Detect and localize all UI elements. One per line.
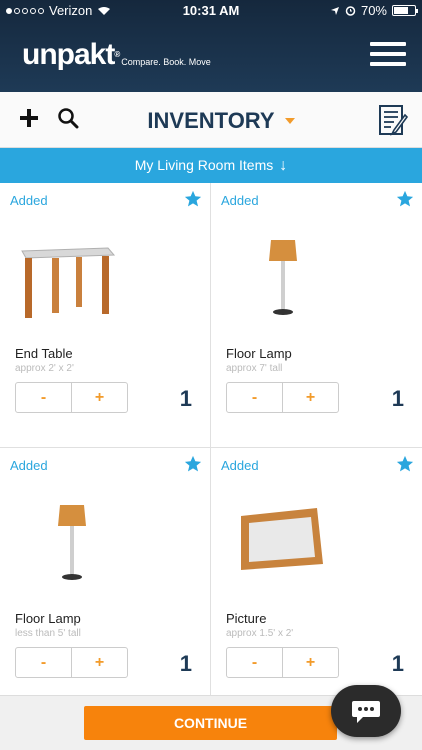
chat-bubble-icon[interactable]: [331, 685, 401, 737]
item-size: approx 2' x 2': [15, 363, 74, 374]
item-quantity: 1: [391, 386, 404, 411]
item-name: Floor Lamp: [226, 346, 292, 361]
notepad-edit-icon[interactable]: [378, 103, 408, 137]
battery-percent: 70%: [360, 3, 387, 18]
item-card[interactable]: Added Picture approx 1.5' x 2' - + 1: [211, 448, 422, 695]
item-quantity: 1: [179, 651, 192, 676]
logo-text: unpakt: [22, 38, 115, 71]
quantity-stepper: - +: [226, 382, 339, 413]
item-size: approx 1.5' x 2': [226, 628, 294, 639]
decrement-button[interactable]: -: [16, 383, 72, 412]
end-table-illustration: [21, 247, 116, 318]
star-icon[interactable]: [396, 455, 414, 473]
status-right: 70%: [330, 3, 418, 18]
star-icon[interactable]: [396, 190, 414, 208]
tagline: Compare. Book. Move: [121, 57, 211, 67]
item-card[interactable]: Added End Table approx 2' x 2' - + 1: [0, 183, 211, 448]
chat-glyph: [352, 701, 380, 723]
alarm-icon: [345, 6, 356, 16]
inventory-grid: Added End Table approx 2' x 2' - + 1 Add…: [0, 183, 422, 695]
banner-label: My Living Room Items: [134, 157, 274, 173]
battery-icon: [392, 5, 418, 16]
increment-button[interactable]: +: [72, 648, 127, 677]
item-quantity: 1: [179, 386, 192, 411]
star-icon[interactable]: [184, 455, 202, 473]
toolbar: INVENTORY: [0, 92, 422, 148]
item-quantity: 1: [391, 651, 404, 676]
continue-button[interactable]: CONTINUE: [84, 706, 337, 740]
logo: unpakt®: [22, 38, 120, 71]
page-title[interactable]: INVENTORY: [0, 108, 422, 134]
picture-frame-illustration: [241, 508, 323, 570]
added-label: Added: [221, 193, 259, 208]
caret-down-icon[interactable]: [285, 118, 295, 124]
app-header: Verizon 10:31 AM 70% unpakt® Compare. Bo…: [0, 0, 422, 92]
room-banner[interactable]: My Living Room Items ↓: [0, 148, 422, 183]
item-card[interactable]: Added Floor Lamp approx 7' tall - + 1: [211, 183, 422, 448]
increment-button[interactable]: +: [283, 383, 338, 412]
quantity-stepper: - +: [226, 647, 339, 678]
logo-registered-mark: ®: [114, 50, 120, 59]
item-name: End Table: [15, 346, 73, 361]
floor-lamp-illustration: [269, 240, 297, 315]
status-bar: Verizon 10:31 AM 70%: [0, 0, 422, 22]
added-label: Added: [221, 458, 259, 473]
increment-button[interactable]: +: [283, 648, 338, 677]
floor-lamp-illustration: [58, 505, 86, 580]
item-name: Picture: [226, 611, 267, 626]
item-name: Floor Lamp: [15, 611, 81, 626]
item-size: less than 5' tall: [15, 628, 81, 639]
decrement-button[interactable]: -: [227, 648, 283, 677]
location-arrow-icon: [330, 6, 339, 15]
star-icon[interactable]: [184, 190, 202, 208]
added-label: Added: [10, 458, 48, 473]
quantity-stepper: - +: [15, 647, 128, 678]
arrow-down-icon: ↓: [279, 157, 288, 174]
quantity-stepper: - +: [15, 382, 128, 413]
hamburger-icon[interactable]: [370, 42, 406, 66]
item-card[interactable]: Added Floor Lamp less than 5' tall - + 1: [0, 448, 211, 695]
battery-fill: [394, 7, 408, 14]
item-size: approx 7' tall: [226, 363, 283, 374]
added-label: Added: [10, 193, 48, 208]
decrement-button[interactable]: -: [16, 648, 72, 677]
decrement-button[interactable]: -: [227, 383, 283, 412]
brand: unpakt® Compare. Book. Move: [22, 40, 211, 70]
increment-button[interactable]: +: [72, 383, 127, 412]
